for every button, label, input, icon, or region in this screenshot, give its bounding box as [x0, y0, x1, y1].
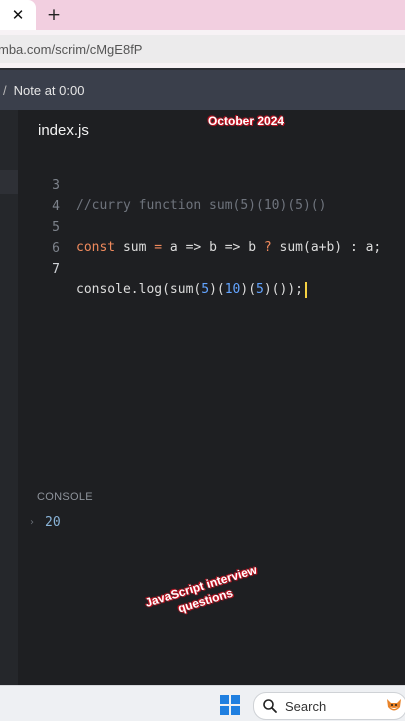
note-label[interactable]: Note at 0:00 — [14, 83, 85, 98]
code-line-3[interactable]: 3 //curry function sum(5)(10)(5)() — [0, 156, 405, 213]
taskbar-search-box[interactable]: Search — [253, 692, 405, 720]
token: )( — [209, 282, 225, 297]
search-placeholder: Search — [285, 698, 327, 714]
note-bar: / Note at 0:00 — [0, 70, 405, 110]
token: console.log(sum( — [76, 282, 202, 297]
address-bar-container: mba.com/scrim/cMgE8fP — [0, 30, 405, 68]
console-output: 20 — [45, 515, 61, 530]
code-line-5[interactable]: 5 const sum = a => b => b ? sum(a+b) : a… — [0, 198, 405, 255]
address-bar[interactable]: mba.com/scrim/cMgE8fP — [0, 35, 405, 63]
search-icon — [263, 699, 277, 713]
code-line-6[interactable]: 6 — [0, 219, 405, 256]
windows-start-icon[interactable] — [220, 695, 240, 715]
text-cursor — [305, 281, 307, 298]
new-tab-button[interactable]: + — [44, 0, 64, 30]
url-text: mba.com/scrim/cMgE8fP — [0, 41, 143, 57]
code-line-7[interactable]: 7 console.log(sum(5)(10)(5)()); — [0, 240, 405, 298]
token: )()); — [263, 282, 303, 297]
code-line-4[interactable]: 4 — [0, 177, 405, 214]
date-watermark: October 2024 — [208, 114, 285, 128]
number-literal: 5 — [256, 282, 264, 297]
line-number: 7 — [52, 262, 60, 277]
file-tab-index-js[interactable]: index.js — [38, 122, 89, 139]
fox-mascot-icon — [387, 699, 401, 711]
browser-tab-bar: ✕ + — [0, 0, 405, 30]
console-label: CONSOLE — [37, 491, 93, 503]
close-tab-icon[interactable]: ✕ — [0, 0, 36, 30]
chevron-right-icon: › — [30, 517, 34, 528]
code-text: console.log(sum(5)(10)(5)()); — [76, 280, 307, 300]
number-literal: 10 — [224, 282, 241, 297]
note-divider: / — [3, 82, 7, 98]
number-literal: 5 — [201, 282, 210, 297]
token: )( — [240, 282, 257, 297]
taskbar: Search — [0, 685, 405, 721]
